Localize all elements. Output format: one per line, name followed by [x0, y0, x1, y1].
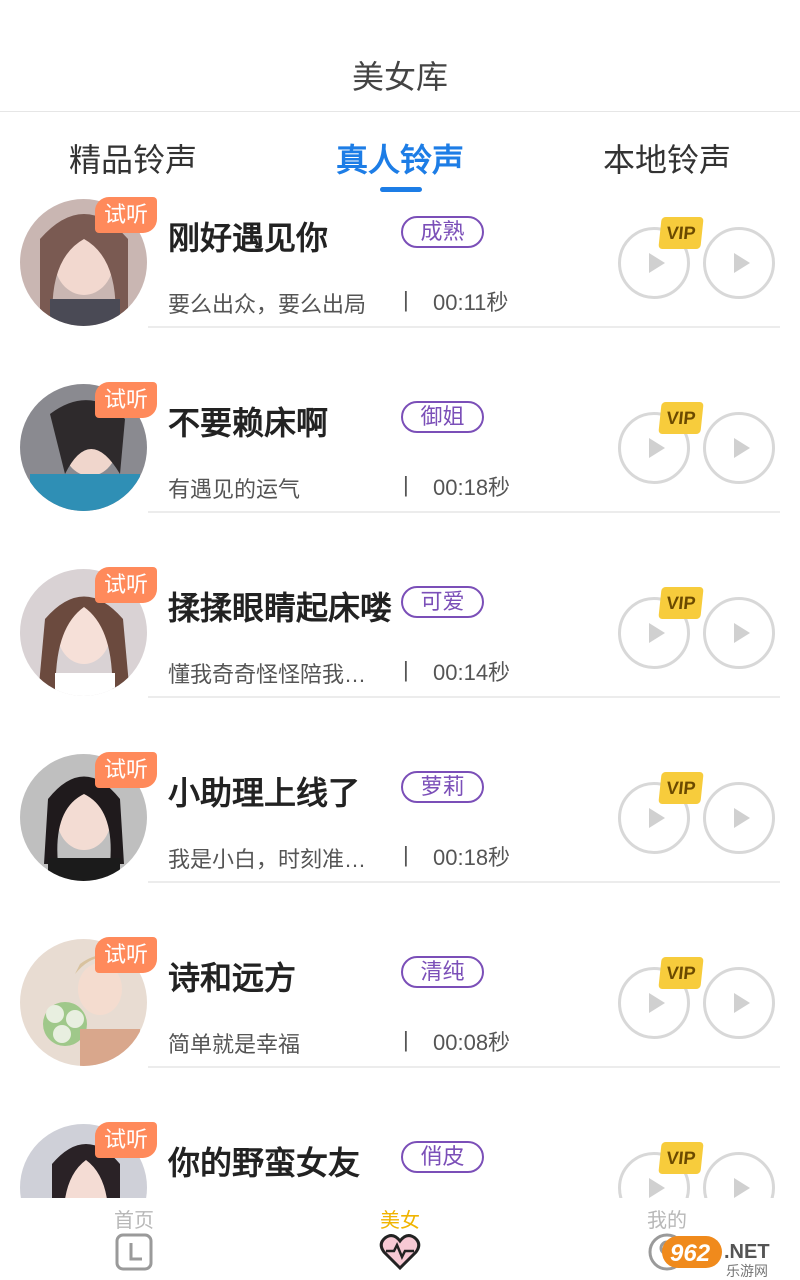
ringtone-description: 懂我奇奇怪怪陪我… [168, 662, 367, 687]
tab-premium-ringtones[interactable]: 精品铃声 [0, 135, 266, 181]
ringtone-list-item[interactable]: 试听 小助理上线了 萝莉 我是小白，时刻准… | 00:18秒 VIP [0, 750, 800, 936]
style-tag: 可爱 [401, 586, 484, 618]
trial-badge: 试听 [95, 567, 157, 603]
tab-real-voice-ringtones[interactable]: 真人铃声 [267, 135, 533, 181]
tab-local-ringtones[interactable]: 本地铃声 [534, 135, 800, 181]
nav-home-label: 首页 [114, 1210, 154, 1232]
trial-badge: 试听 [95, 937, 157, 973]
play-button[interactable] [703, 227, 775, 299]
play-icon [734, 253, 750, 273]
tab-bar: 精品铃声 真人铃声 本地铃声 [0, 113, 800, 195]
svg-text:乐游网: 乐游网 [726, 1264, 768, 1278]
avatar[interactable]: 试听 [20, 752, 157, 881]
trial-badge: 试听 [95, 752, 157, 788]
play-icon [734, 1178, 750, 1198]
vip-badge: VIP [658, 217, 704, 249]
page-title: 美女库 [351, 59, 448, 95]
avatar[interactable]: 试听 [20, 1122, 157, 1198]
play-icon [734, 623, 750, 643]
heart-pulse-icon [379, 1234, 421, 1271]
vip-badge: VIP [658, 402, 704, 434]
svg-text:.NET: .NET [724, 1241, 770, 1263]
trial-badge: 试听 [95, 1122, 157, 1158]
row-divider [148, 881, 780, 883]
nav-mine-label: 我的 [647, 1210, 687, 1232]
svg-text:962: 962 [670, 1240, 711, 1267]
header: 美女库 [0, 0, 800, 112]
row-divider [148, 326, 780, 328]
ringtone-list-item[interactable]: 试听 你的野蛮女友 俏皮 VIP [0, 1120, 800, 1198]
watermark-logo: 962 .NET 乐游网 [662, 1236, 770, 1278]
vip-badge: VIP [658, 1142, 704, 1174]
ringtone-title: 小助理上线了 [168, 775, 361, 811]
separator: | [403, 657, 409, 682]
play-button[interactable] [703, 1152, 775, 1198]
ringtone-list-item[interactable]: 试听 刚好遇见你 成熟 要么出众，要么出局 | 00:11秒 VIP [0, 195, 800, 381]
row-divider [148, 696, 780, 698]
separator: | [403, 472, 409, 497]
avatar[interactable]: 试听 [20, 197, 157, 326]
ringtone-description: 要么出众，要么出局 [168, 292, 367, 317]
ringtone-list-item[interactable]: 试听 揉揉眼睛起床喽 可爱 懂我奇奇怪怪陪我… | 00:14秒 VIP [0, 565, 800, 751]
play-button[interactable] [703, 967, 775, 1039]
ringtone-duration: 00:08秒 [433, 1030, 511, 1055]
trial-badge: 试听 [95, 382, 157, 418]
ringtone-description: 有遇见的运气 [168, 477, 301, 502]
play-button[interactable] [703, 412, 775, 484]
separator: | [403, 842, 409, 867]
nav-beauty[interactable]: 美女 [340, 1204, 460, 1272]
play-button[interactable] [703, 597, 775, 669]
ringtone-title: 揉揉眼睛起床喽 [168, 590, 393, 626]
ringtone-duration: 00:14秒 [433, 660, 511, 685]
row-divider [148, 511, 780, 513]
ringtone-list[interactable]: 试听 刚好遇见你 成熟 要么出众，要么出局 | 00:11秒 VIP 试听 不要… [0, 195, 800, 1198]
style-tag: 成熟 [401, 216, 484, 248]
ringtone-list-item[interactable]: 试听 诗和远方 清纯 简单就是幸福 | 00:08秒 VIP [0, 935, 800, 1121]
play-icon [734, 808, 750, 828]
active-tab-indicator [380, 187, 422, 192]
avatar[interactable]: 试听 [20, 937, 157, 1066]
style-tag: 清纯 [401, 956, 484, 988]
ringtone-description: 我是小白，时刻准… [168, 847, 367, 872]
vip-badge: VIP [658, 957, 704, 989]
vip-badge: VIP [658, 772, 704, 804]
vip-badge: VIP [658, 587, 704, 619]
ringtone-title: 刚好遇见你 [168, 220, 329, 256]
trial-badge: 试听 [95, 197, 157, 233]
ringtone-description: 简单就是幸福 [168, 1032, 301, 1057]
ringtone-duration: 00:18秒 [433, 845, 511, 870]
avatar[interactable]: 试听 [20, 567, 157, 696]
clock-icon [115, 1233, 153, 1271]
nav-beauty-label: 美女 [380, 1210, 420, 1232]
style-tag: 御姐 [401, 401, 484, 433]
style-tag: 俏皮 [401, 1141, 484, 1173]
style-tag: 萝莉 [401, 771, 484, 803]
ringtone-title: 不要赖床啊 [168, 405, 329, 441]
ringtone-list-item[interactable]: 试听 不要赖床啊 御姐 有遇见的运气 | 00:18秒 VIP [0, 380, 800, 566]
avatar[interactable]: 试听 [20, 382, 157, 511]
play-button[interactable] [703, 782, 775, 854]
play-icon [734, 993, 750, 1013]
ringtone-duration: 00:18秒 [433, 475, 511, 500]
separator: | [403, 287, 409, 312]
ringtone-duration: 00:11秒 [433, 290, 509, 315]
ringtone-title: 你的野蛮女友 [168, 1145, 361, 1181]
separator: | [403, 1027, 409, 1052]
nav-home[interactable]: 首页 [74, 1204, 194, 1272]
ringtone-title: 诗和远方 [168, 960, 297, 996]
play-icon [734, 438, 750, 458]
row-divider [148, 1066, 780, 1068]
